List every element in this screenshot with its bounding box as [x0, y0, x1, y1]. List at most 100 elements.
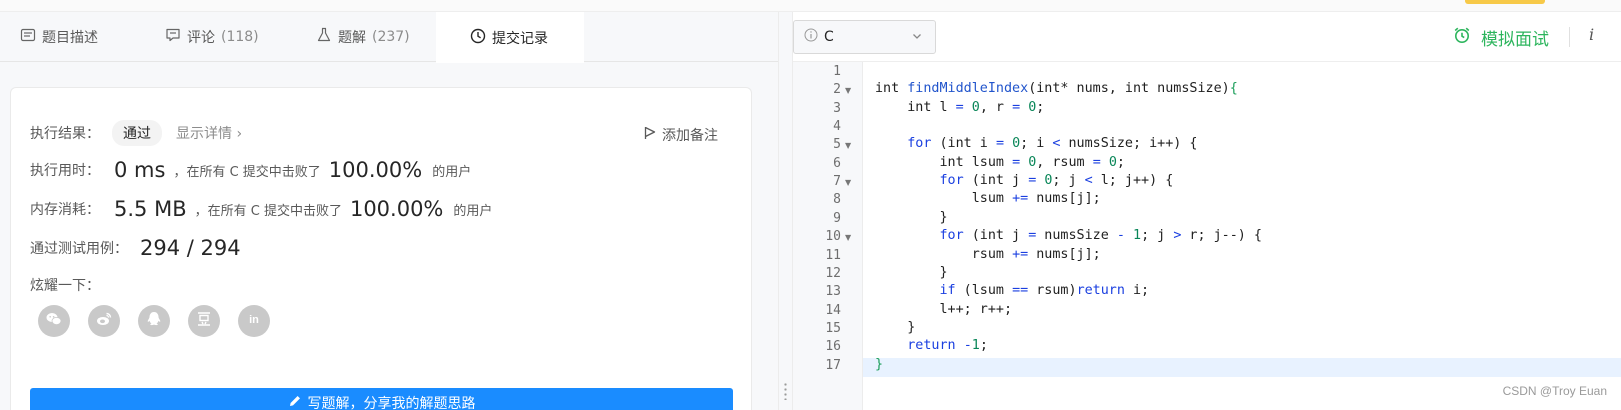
code-line[interactable]: }	[875, 320, 915, 335]
language-select[interactable]: C	[793, 20, 936, 54]
code-line[interactable]: rsum += nums[j];	[875, 247, 1101, 262]
fold-toggle-icon[interactable]: ▼	[845, 178, 851, 187]
line-number: 1	[833, 64, 841, 79]
svg-text:in: in	[249, 314, 259, 326]
show-details-label: 显示详情	[176, 126, 232, 142]
memory-row: 内存消耗： 5.5 MB ，在所有 C 提交中击败了 100.00% 的用户	[30, 197, 492, 221]
tab-label: 提交记录	[492, 30, 548, 47]
line-number: 16	[825, 339, 841, 355]
editor-pane: C 模拟面试 i 1 2 ▼ 3 4 5 ▼ 6 7 ▼ 8 9 10 ▼ 11 12 13 14 15 16 17 i…	[793, 12, 1621, 410]
testcases-row: 通过测试用例： 294 / 294	[30, 236, 241, 260]
line-number: 15	[825, 320, 841, 336]
line-number: 13	[825, 284, 841, 300]
code-line[interactable]: for (int j = 0; j < l; j++) {	[875, 173, 1174, 188]
show-details-link[interactable]: 显示详情 ›	[176, 123, 242, 143]
tab-description[interactable]: 题目描述	[20, 12, 98, 62]
weibo-icon	[95, 310, 113, 332]
active-line-highlight	[863, 357, 1621, 377]
tab-label: 题解	[338, 30, 366, 46]
douban-share-button[interactable]	[188, 305, 220, 337]
pencil-icon	[288, 394, 302, 410]
share-label: 炫耀一下：	[30, 278, 100, 294]
line-number: 6	[833, 155, 841, 171]
mock-interview-label: 模拟面试	[1481, 30, 1549, 50]
fold-toggle-icon[interactable]: ▼	[845, 141, 851, 150]
code-line[interactable]: for (int i = 0; i < numsSize; i++) {	[875, 136, 1197, 151]
share-row-label: 炫耀一下：	[30, 275, 100, 295]
testcases-label: 通过测试用例：	[30, 241, 128, 257]
editor-toolbar: C 模拟面试 i	[793, 12, 1621, 62]
code-line[interactable]: for (int j = numsSize - 1; j > r; j--) {	[875, 228, 1263, 243]
language-value: C	[824, 29, 834, 45]
left-pane: 题目描述 评论 (118) 题解 (237) 提交记录 执行结果： 通过 显示详…	[0, 12, 778, 410]
info-button[interactable]: i	[1589, 25, 1594, 44]
runtime-value: 0 ms	[114, 158, 166, 182]
runtime-percent: 100.00%	[328, 158, 423, 182]
flask-icon	[316, 27, 332, 47]
line-number: 8	[833, 192, 841, 208]
mock-interview-button[interactable]: 模拟面试	[1453, 25, 1549, 50]
chevron-down-icon	[911, 30, 923, 46]
write-solution-button[interactable]: 写题解，分享我的解题思路	[30, 388, 733, 410]
chevron-right-icon: ›	[236, 126, 243, 142]
description-icon	[20, 27, 36, 47]
info-icon: i	[1589, 25, 1595, 44]
testcases-value: 294 / 294	[140, 236, 241, 260]
line-number: 14	[825, 302, 841, 318]
code-line[interactable]: if (lsum == rsum)return i;	[875, 283, 1150, 298]
line-number: 17	[825, 357, 841, 373]
qq-icon	[145, 310, 163, 332]
code-line[interactable]: int lsum = 0, rsum = 0;	[875, 155, 1124, 170]
memory-beat-text: ，在所有 C 提交中击败了	[194, 203, 342, 219]
line-number: 12	[825, 265, 841, 281]
qq-share-button[interactable]	[138, 305, 170, 337]
linkedin-share-button[interactable]: in	[238, 305, 270, 337]
alarm-clock-icon	[1453, 26, 1471, 49]
code-line[interactable]: }	[875, 210, 947, 225]
status-badge: 通过	[112, 120, 162, 146]
fold-toggle-icon[interactable]: ▼	[845, 86, 851, 95]
watermark: CSDN @Troy Euan	[1502, 384, 1607, 398]
top-strip	[0, 0, 1621, 12]
comment-icon	[165, 27, 181, 47]
memory-percent: 100.00%	[349, 197, 444, 221]
memory-label: 内存消耗：	[30, 202, 100, 218]
result-row: 执行结果： 通过 显示详情 ›	[30, 120, 242, 146]
tab-solutions[interactable]: 题解 (237)	[316, 12, 410, 62]
result-label: 执行结果：	[30, 126, 100, 142]
code-editor[interactable]: 1 2 ▼ 3 4 5 ▼ 6 7 ▼ 8 9 10 ▼ 11 12 13 14 15 16 17 int findMi…	[793, 62, 1621, 410]
tab-label: 题目描述	[42, 30, 98, 46]
line-number: 11	[825, 247, 841, 263]
add-note-button[interactable]: 添加备注	[644, 125, 718, 145]
tab-submissions[interactable]: 提交记录	[436, 12, 584, 63]
code-line[interactable]: l++; r++;	[875, 302, 1012, 317]
tab-comments[interactable]: 评论 (118)	[165, 12, 259, 62]
toolbar-divider	[1569, 27, 1570, 47]
line-number: 2	[833, 82, 841, 98]
line-number: 7	[833, 174, 841, 190]
submission-result-card: 执行结果： 通过 显示详情 › 添加备注 执行用时： 0 ms ，在所有 C 提…	[10, 87, 752, 410]
tab-bar: 题目描述 评论 (118) 题解 (237) 提交记录	[0, 12, 778, 63]
code-line[interactable]: int l = 0, r = 0;	[875, 100, 1044, 115]
line-number: 5	[833, 137, 841, 153]
code-line[interactable]: lsum += nums[j];	[875, 191, 1101, 206]
drag-grip-icon	[784, 382, 787, 400]
code-line[interactable]: }	[875, 357, 883, 372]
add-note-label: 添加备注	[662, 128, 718, 144]
memory-value: 5.5 MB	[114, 197, 187, 221]
fold-toggle-icon[interactable]: ▼	[845, 233, 851, 242]
memory-suffix: 的用户	[453, 203, 493, 219]
runtime-beat-text: ，在所有 C 提交中击败了	[173, 164, 321, 180]
code-line[interactable]: return -1;	[875, 338, 988, 353]
tab-count: (118)	[221, 29, 259, 45]
code-line[interactable]: }	[875, 265, 947, 280]
pane-resize-handle[interactable]	[778, 12, 793, 410]
weibo-share-button[interactable]	[88, 305, 120, 337]
line-number-gutter: 1 2 ▼ 3 4 5 ▼ 6 7 ▼ 8 9 10 ▼ 11 12 13 14 15 16 17	[793, 62, 863, 410]
wechat-share-button[interactable]	[38, 305, 70, 337]
line-number: 9	[833, 210, 841, 226]
douban-icon	[195, 310, 213, 332]
line-number: 4	[833, 119, 841, 135]
code-line[interactable]: int findMiddleIndex(int* nums, int numsS…	[875, 81, 1238, 96]
vip-badge[interactable]	[1465, 0, 1545, 4]
